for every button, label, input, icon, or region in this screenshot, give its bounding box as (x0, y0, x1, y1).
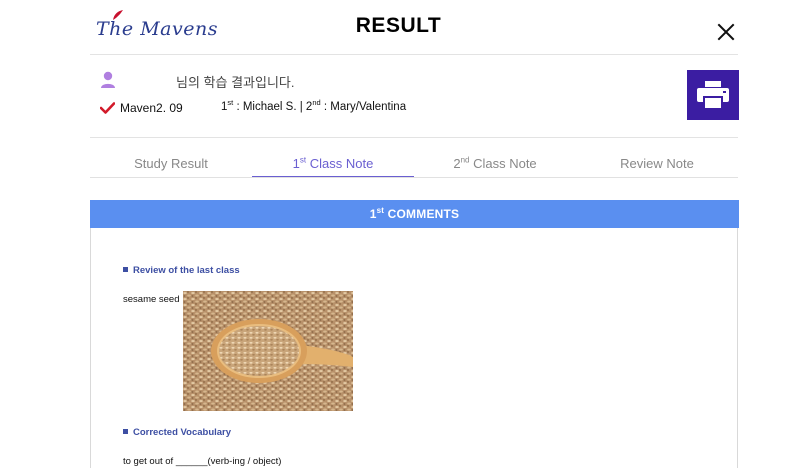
close-button[interactable] (716, 22, 736, 42)
vocab-word: sesame seed (123, 294, 180, 305)
bullet-icon (123, 267, 128, 272)
tab-study-result[interactable]: Study Result (90, 148, 252, 178)
teacher-info: 1st : Michael S. | 2nd : Mary/Valentina (221, 98, 407, 113)
bullet-icon (123, 429, 128, 434)
info-divider (90, 137, 738, 138)
page-title: RESULT (355, 14, 442, 37)
user-info-row: 님의 학습 결과입니다. (100, 70, 500, 90)
tab-2nd-class-note[interactable]: 2nd Class Note (414, 148, 576, 178)
user-greeting: 님의 학습 결과입니다. (176, 75, 295, 90)
course-info-row: Maven2. 09 1st : Michael S. | 2nd : Mary… (100, 98, 620, 116)
tabs-underline (90, 177, 738, 178)
section-title-review: Review of the last class (123, 265, 240, 276)
tab-1st-class-note[interactable]: 1st Class Note (252, 148, 414, 178)
comments-header: 1st COMMENTS (90, 200, 739, 228)
note-tabs: Study Result 1st Class Note 2nd Class No… (90, 148, 738, 178)
print-button[interactable] (687, 70, 739, 120)
comments-panel: 1st COMMENTS Review of the last class se… (90, 200, 739, 468)
tab-review-note[interactable]: Review Note (576, 148, 738, 178)
section-title-vocabulary: Corrected Vocabulary (123, 427, 231, 438)
printer-icon (697, 81, 729, 109)
course-name: Maven2. 09 (120, 101, 183, 115)
vocab-sentence: to get out of ______(verb-ing / object) (123, 456, 282, 467)
sesame-seed-image (183, 291, 353, 411)
header: The Mavens RESULT (0, 0, 797, 55)
user-avatar-icon (101, 71, 115, 88)
header-divider (90, 54, 738, 55)
check-icon (100, 102, 115, 114)
close-icon (717, 23, 735, 41)
